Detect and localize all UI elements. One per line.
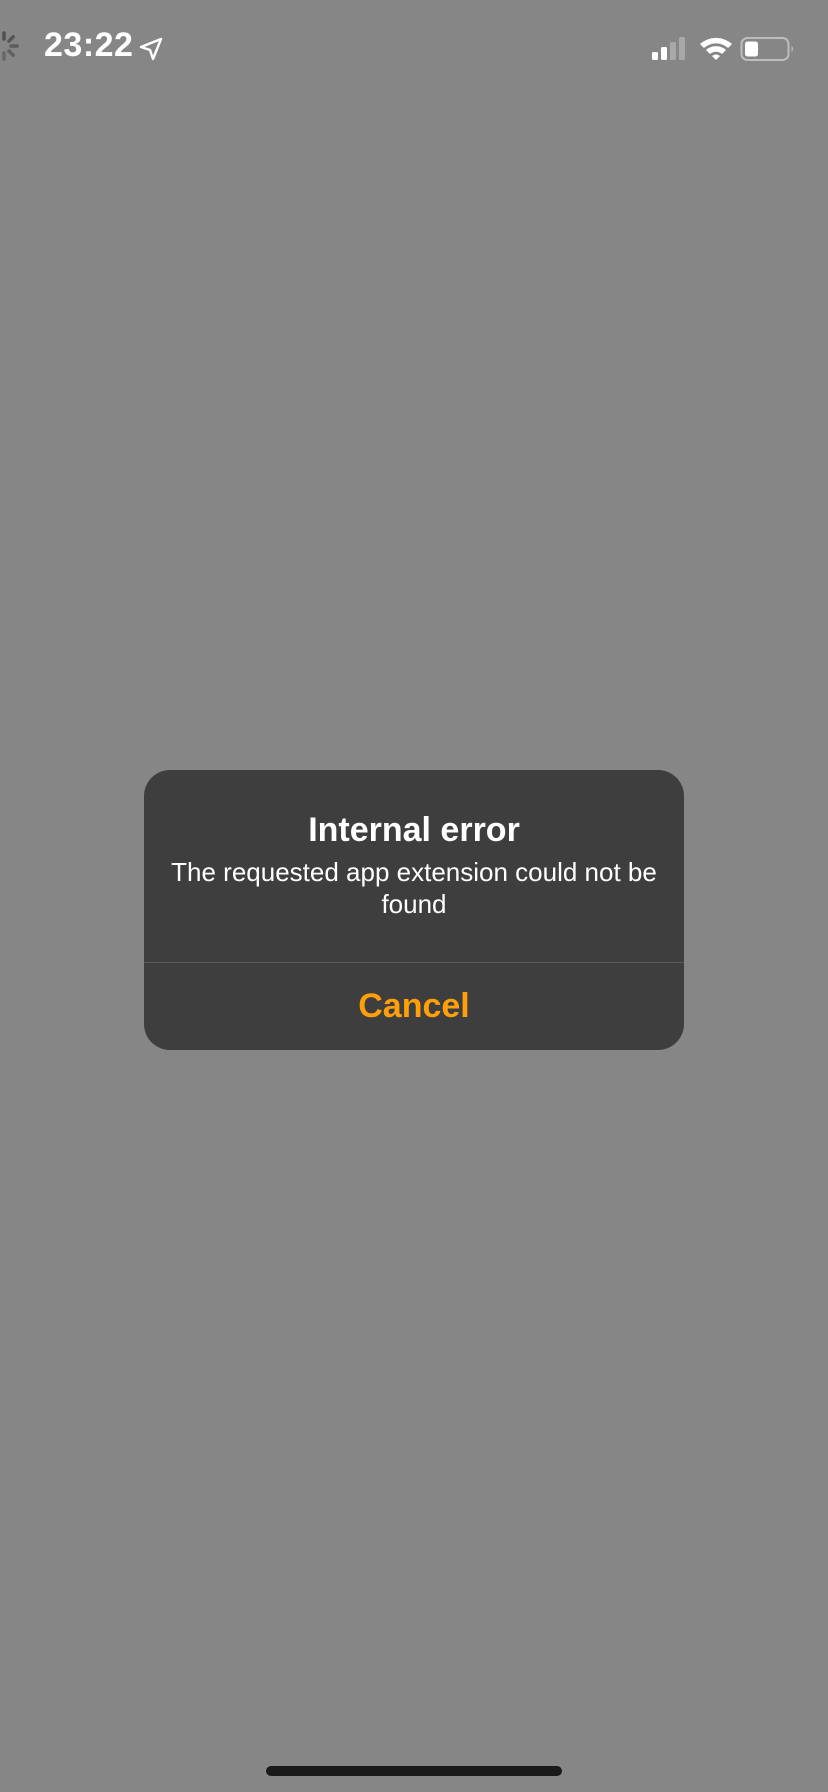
- activity-spinner-icon: [2, 31, 19, 61]
- screen: 23:22 Internal error The requested app e…: [0, 0, 828, 1792]
- location-arrow-icon: [139, 37, 163, 61]
- error-alert-dialog: Internal error The requested app extensi…: [144, 770, 684, 1050]
- alert-content: Internal error The requested app extensi…: [144, 770, 684, 962]
- cellular-signal-icon: [652, 37, 685, 60]
- alert-message: The requested app extension could not be…: [171, 857, 657, 919]
- alert-title: Internal error: [308, 811, 520, 849]
- cancel-button[interactable]: Cancel: [144, 963, 684, 1050]
- wifi-icon: [700, 37, 732, 60]
- home-indicator[interactable]: [266, 1766, 562, 1776]
- battery-icon: [740, 37, 793, 61]
- status-time: 23:22: [44, 26, 134, 64]
- status-bar: 23:22: [0, 0, 828, 100]
